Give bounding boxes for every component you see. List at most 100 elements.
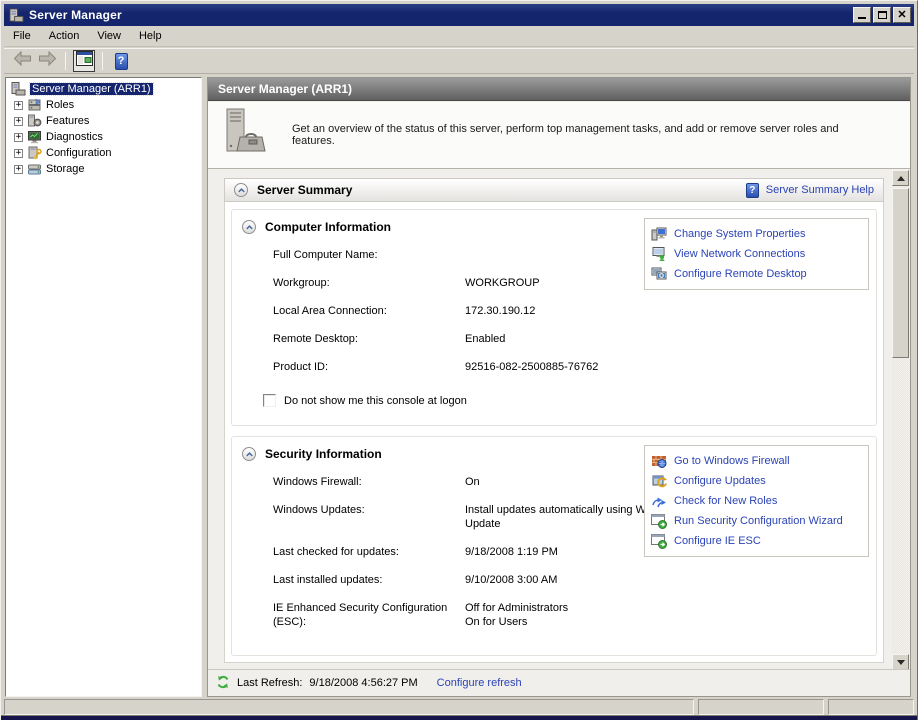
wizard-window-icon [651, 513, 667, 529]
computer-info-tasks: Change System Properties View Network Co… [644, 218, 869, 290]
system-properties-icon [651, 226, 667, 242]
tree-item-label: Roles [46, 99, 74, 111]
server-summary-help-link[interactable]: Server Summary Help [766, 184, 874, 196]
run-security-configuration-wizard-link[interactable]: Run Security Configuration Wizard [650, 511, 863, 531]
wizard-window-icon [651, 533, 667, 549]
configure-updates-link[interactable]: Configure Updates [650, 471, 863, 491]
collapse-computer-info-button[interactable] [242, 220, 256, 234]
menu-file[interactable]: File [4, 27, 40, 45]
diagnostics-icon [27, 130, 42, 144]
server-summary-body: Computer Information Full Computer Name:… [224, 202, 884, 663]
tree-item-roles[interactable]: Roles [6, 97, 201, 113]
features-icon [27, 114, 42, 128]
vertical-scrollbar[interactable] [892, 170, 909, 670]
configure-ie-esc-link[interactable]: Configure IE ESC [650, 531, 863, 551]
expand-icon[interactable] [14, 133, 23, 142]
info-label: Local Area Connection: [273, 304, 465, 318]
scroll-down-icon [897, 660, 905, 665]
task-link-label: Change System Properties [674, 228, 805, 240]
expand-icon[interactable] [14, 165, 23, 174]
subsection-title: Computer Information [265, 220, 391, 234]
menu-bar: File Action View Help [4, 26, 914, 47]
main-panel: Server Manager (ARR1) Get an overview of… [207, 77, 911, 697]
go-to-windows-firewall-link[interactable]: Go to Windows Firewall [650, 451, 863, 471]
info-label: Full Computer Name: [273, 248, 465, 262]
tree-item-configuration[interactable]: Configuration [6, 145, 201, 161]
collapse-security-info-button[interactable] [242, 447, 256, 461]
task-link-label: Go to Windows Firewall [674, 455, 790, 467]
minimize-button[interactable] [853, 7, 871, 23]
computer-information-section: Computer Information Full Computer Name:… [231, 209, 877, 426]
configure-refresh-link[interactable]: Configure refresh [437, 677, 522, 689]
task-link-label: Configure Remote Desktop [674, 268, 807, 280]
tree-item-label: Storage [46, 163, 85, 175]
app-icon [8, 7, 24, 23]
maximize-button[interactable] [873, 7, 891, 23]
minimize-icon [858, 17, 866, 19]
remote-desktop-icon [651, 266, 667, 282]
tree-item-server-manager[interactable]: Server Manager (ARR1) [6, 81, 201, 97]
menu-help[interactable]: Help [130, 27, 171, 45]
tree-item-diagnostics[interactable]: Diagnostics [6, 129, 201, 145]
forward-button[interactable] [36, 50, 58, 72]
firewall-icon [651, 453, 667, 469]
task-link-label: Configure IE ESC [674, 535, 761, 547]
expand-icon[interactable] [14, 101, 23, 110]
overview-banner: Get an overview of the status of this se… [208, 102, 910, 169]
scrollbar-thumb[interactable] [892, 188, 909, 358]
tree-item-storage[interactable]: Storage [6, 161, 201, 177]
check-new-roles-icon [651, 493, 667, 509]
task-link-label: Check for New Roles [674, 495, 777, 507]
section-title: Server Summary [257, 183, 352, 197]
check-for-new-roles-link[interactable]: Check for New Roles [650, 491, 863, 511]
window-title: Server Manager [29, 8, 848, 22]
main-panel-title: Server Manager (ARR1) [218, 82, 352, 96]
refresh-status-bar: Last Refresh: 9/18/2008 4:56:27 PM Confi… [208, 669, 910, 696]
last-refresh-label: Last Refresh: [237, 677, 302, 689]
expand-icon[interactable] [14, 117, 23, 126]
info-value: Off for Administrators On for Users [465, 601, 713, 629]
scroll-up-button[interactable] [892, 170, 909, 186]
configure-remote-desktop-link[interactable]: Configure Remote Desktop [650, 264, 863, 284]
status-segment [698, 699, 824, 715]
help-icon [746, 183, 759, 198]
menu-action[interactable]: Action [40, 27, 89, 45]
dont-show-console-checkbox[interactable] [263, 394, 276, 407]
toolbar [4, 48, 914, 74]
status-segment [828, 699, 914, 715]
main-panel-header: Server Manager (ARR1) [208, 78, 910, 101]
back-button[interactable] [11, 50, 33, 72]
scrollable-content: Server Summary Server Summary Help Compu… [208, 170, 910, 670]
last-refresh-value: 9/18/2008 4:56:27 PM [309, 677, 417, 689]
tree-item-features[interactable]: Features [6, 113, 201, 129]
info-label: Last installed updates: [273, 573, 465, 587]
overview-text: Get an overview of the status of this se… [292, 123, 910, 147]
server-summary-help[interactable]: Server Summary Help [746, 183, 874, 198]
show-console-tree-button[interactable] [73, 50, 95, 72]
console-tree-panel[interactable]: Server Manager (ARR1) Roles Features Dia… [5, 77, 202, 697]
server-manager-window: Server Manager ✕ File Action View Help [0, 0, 918, 720]
help-button[interactable] [110, 50, 132, 72]
expand-icon[interactable] [14, 149, 23, 158]
window-bottom-edge [1, 715, 917, 720]
view-network-connections-link[interactable]: View Network Connections [650, 244, 863, 264]
roles-icon [27, 98, 42, 112]
toolbar-separator [65, 52, 66, 70]
server-toolbox-icon [222, 107, 270, 164]
checkbox-label: Do not show me this console at logon [284, 395, 467, 407]
collapse-server-summary-button[interactable] [234, 183, 248, 197]
network-connections-icon [651, 246, 667, 262]
toolbar-separator [102, 52, 103, 70]
info-label: Last checked for updates: [273, 545, 465, 559]
status-bar [4, 699, 914, 715]
change-system-properties-link[interactable]: Change System Properties [650, 224, 863, 244]
menu-view[interactable]: View [88, 27, 130, 45]
info-label: Workgroup: [273, 276, 465, 290]
dont-show-console-option: Do not show me this console at logon [263, 394, 876, 407]
title-bar[interactable]: Server Manager ✕ [4, 4, 914, 26]
close-button[interactable]: ✕ [893, 7, 911, 23]
server-summary-header: Server Summary Server Summary Help [224, 178, 884, 202]
maximize-icon [878, 11, 887, 19]
scroll-down-button[interactable] [892, 654, 909, 670]
back-arrow-icon [13, 51, 32, 71]
